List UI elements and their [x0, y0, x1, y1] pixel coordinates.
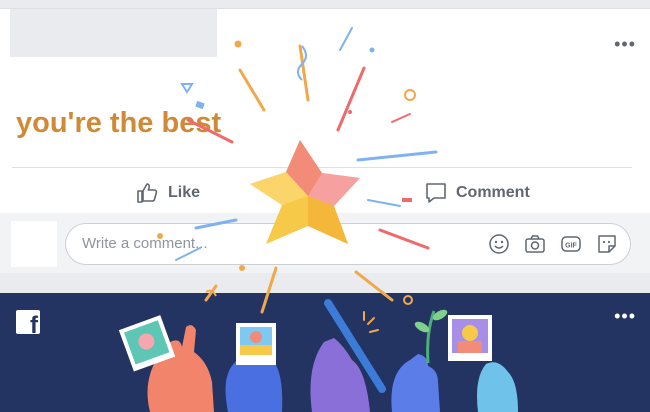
comment-input[interactable]: Write a comment... GIF	[65, 223, 631, 265]
avatar	[11, 221, 57, 267]
comment-bubble-icon	[426, 183, 446, 203]
comment-label: Comment	[456, 184, 530, 201]
comment-button[interactable]: Comment	[424, 177, 530, 209]
post-more-options-button[interactable]: •••	[614, 35, 636, 53]
celebration-illustration	[118, 299, 518, 412]
emoji-icon[interactable]	[488, 233, 510, 255]
gif-icon[interactable]: GIF	[560, 233, 582, 255]
divider	[12, 167, 632, 168]
photo-card-right	[448, 315, 492, 361]
sticker-icon[interactable]	[596, 233, 618, 255]
post-body: ••• you're the best Like Comment	[0, 8, 650, 214]
thumbs-up-icon	[137, 183, 158, 203]
like-label: Like	[168, 184, 201, 201]
post-message: you're the best	[16, 107, 222, 139]
photo-card-center	[236, 323, 276, 365]
comment-composer: Write a comment... GIF	[0, 213, 650, 273]
comment-placeholder: Write a comment...	[82, 235, 208, 252]
post-header-placeholder	[10, 9, 217, 57]
facebook-banner: f •••	[0, 293, 650, 412]
hand-right-blue	[391, 354, 440, 412]
hand-light-blue	[477, 362, 518, 412]
post-card: ••• you're the best Like Comment Write a…	[0, 0, 650, 277]
like-button[interactable]: Like	[136, 177, 200, 209]
svg-text:GIF: GIF	[565, 243, 577, 250]
camera-icon[interactable]	[524, 233, 546, 255]
